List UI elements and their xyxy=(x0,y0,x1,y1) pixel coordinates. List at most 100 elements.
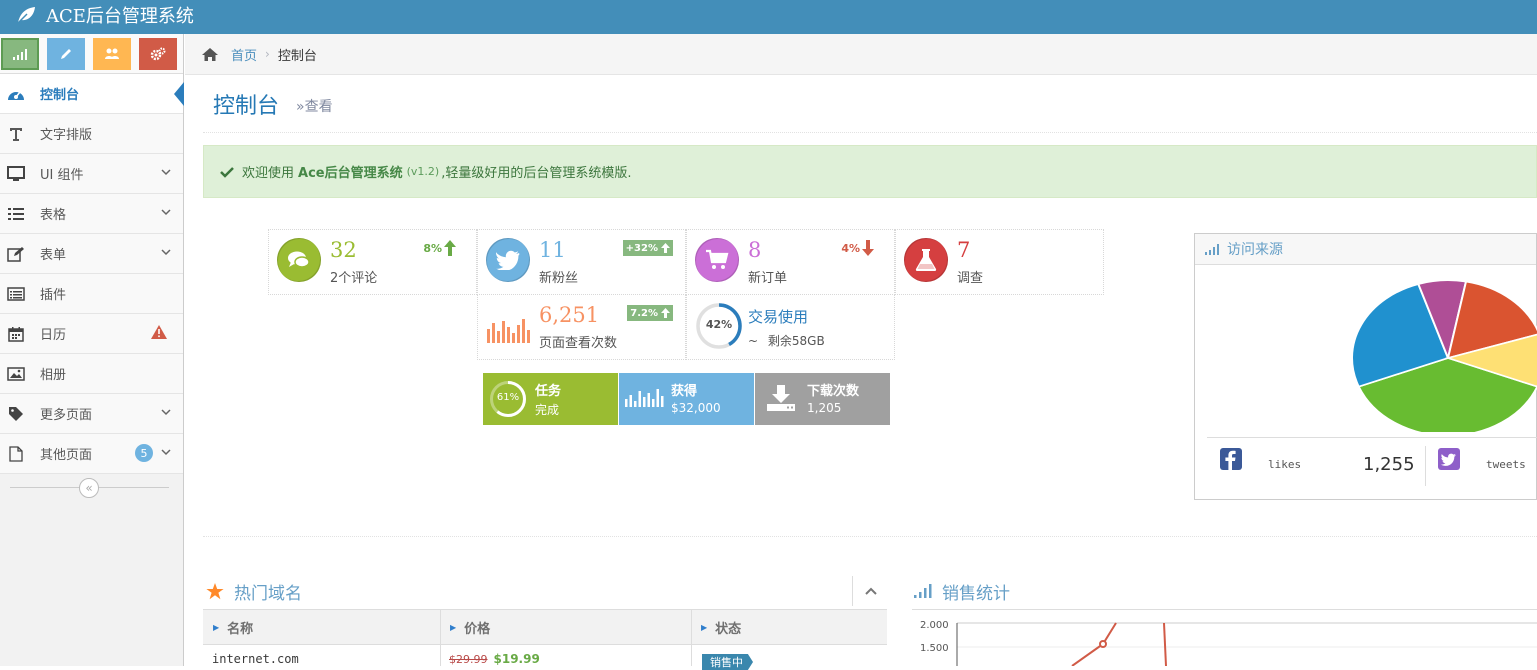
sidebar-item-label: 表格 xyxy=(40,208,67,223)
caret-right-icon: ▶ xyxy=(213,623,220,632)
shortcut-users-button[interactable] xyxy=(93,38,131,70)
alert-brand: Ace后台管理系统 xyxy=(298,166,403,181)
sidebar-item-calendar[interactable]: 日历 xyxy=(0,314,183,354)
widget-header: 访问来源 xyxy=(1195,234,1536,265)
sidebar-item-label: 其他页面 xyxy=(40,448,93,463)
infobox-value: 32 xyxy=(330,238,357,262)
infobox-label: 2个评论 xyxy=(330,271,378,286)
stat-box-title: 获得 xyxy=(671,384,698,399)
sidebar-item-dashboard[interactable]: 控制台 xyxy=(0,74,184,114)
stat-box-title: 下载次数 xyxy=(807,384,860,399)
twitter-icon[interactable] xyxy=(1438,448,1460,470)
collapse-widget-button[interactable] xyxy=(852,576,888,606)
sidebar-item-forms[interactable]: 表单 xyxy=(0,234,183,274)
chevron-down-icon xyxy=(161,449,171,456)
infobox-stat-badge: 7.2% xyxy=(627,305,673,321)
chevron-down-icon xyxy=(161,249,171,256)
infobox-stat-badge: +32% xyxy=(622,240,673,256)
shopping-cart-icon xyxy=(695,238,739,282)
sidebar-collapse: « xyxy=(0,474,183,502)
shortcut-edit-button[interactable] xyxy=(47,38,85,70)
stat-box-sub: $32,000 xyxy=(671,401,721,415)
caret-right-icon: ▶ xyxy=(701,623,708,632)
brand-logo[interactable]: ACE后台管理系统 xyxy=(14,0,194,30)
sales-chart: 2.000 1.500 xyxy=(920,620,1537,666)
column-divider xyxy=(440,610,441,666)
alert-suffix: ,轻量级好用的后台管理系统模版. xyxy=(441,166,632,181)
shortcut-settings-button[interactable] xyxy=(139,38,177,70)
infobox-label: 页面查看次数 xyxy=(539,336,618,351)
sales-header: 销售统计 xyxy=(914,573,1010,609)
shortcut-stats-button[interactable] xyxy=(1,38,39,70)
domain-name-cell: internet.com xyxy=(212,652,299,666)
divider xyxy=(1425,446,1426,486)
sidebar-item-ui-elements[interactable]: UI 组件 xyxy=(0,154,183,194)
visit-sources-pie-chart xyxy=(1351,279,1537,432)
arrow-up-icon xyxy=(661,308,670,318)
breadcrumb-home-link[interactable]: 首页 xyxy=(231,45,257,64)
sidebar-item-label: 插件 xyxy=(40,288,67,303)
cogs-icon xyxy=(150,47,166,61)
sidebar-item-other-pages[interactable]: 其他页面 5 xyxy=(0,434,183,474)
sidebar-item-label: UI 组件 xyxy=(40,168,84,183)
sidebar-item-label: 控制台 xyxy=(40,88,80,103)
column-header-price[interactable]: ▶ 价格 xyxy=(450,610,490,645)
infobox-survey: 7 调查 xyxy=(895,229,1104,295)
star-icon xyxy=(206,582,224,599)
infobox-stat: 4% xyxy=(841,240,874,256)
stat-box-sub: 1,205 xyxy=(807,401,842,415)
page-subtitle: »查看 xyxy=(296,96,333,116)
infobox-stat: 8% xyxy=(423,240,456,256)
facebook-icon[interactable] xyxy=(1220,448,1242,470)
edit-icon xyxy=(6,244,26,264)
list-alt-icon xyxy=(6,284,26,304)
widget-title: 销售统计 xyxy=(942,583,1010,604)
infobox-comments: 32 2个评论 8% xyxy=(268,229,477,295)
chevron-down-icon xyxy=(161,409,171,416)
sidebar-item-typography[interactable]: 文字排版 xyxy=(0,114,183,154)
page-title: 控制台 xyxy=(213,94,280,119)
infobox-value: 11 xyxy=(539,238,566,262)
double-right-icon: » xyxy=(296,99,305,115)
infobox-label: 新订单 xyxy=(748,271,788,286)
home-icon xyxy=(202,47,218,61)
pencil-icon xyxy=(61,49,71,59)
divider xyxy=(203,132,1537,133)
list-icon xyxy=(6,204,26,224)
sidebar-item-tables[interactable]: 表格 xyxy=(0,194,183,234)
chevron-down-icon xyxy=(161,209,171,216)
chevron-up-icon xyxy=(864,587,877,595)
sidebar-item-label: 表单 xyxy=(40,248,67,263)
infobox-percent: 42% xyxy=(705,318,733,331)
infobox-orders: 8 新订单 4% xyxy=(686,229,895,295)
facebook-count: 1,255 xyxy=(1363,454,1415,475)
column-header-status[interactable]: ▶ 状态 xyxy=(701,610,741,645)
caret-right-icon: ▶ xyxy=(450,623,457,632)
signal-icon xyxy=(13,49,27,60)
stat-box-downloads: 下载次数 1,205 xyxy=(755,373,890,425)
sidebar-collapse-button[interactable]: « xyxy=(79,478,99,498)
app-title: ACE后台管理系统 xyxy=(46,6,194,27)
column-divider xyxy=(691,610,692,666)
sidebar-item-label: 更多页面 xyxy=(40,408,93,423)
check-icon xyxy=(220,166,234,178)
sidebar-item-more-pages[interactable]: 更多页面 xyxy=(0,394,183,434)
arrow-up-icon xyxy=(444,240,456,256)
infobox-value: 8 xyxy=(748,238,762,262)
navbar: ACE后台管理系统 xyxy=(0,0,1537,34)
infobox-label: 调查 xyxy=(957,271,984,286)
twitter-icon xyxy=(486,238,530,282)
old-price: $29.99 xyxy=(449,653,488,666)
infobox-label-prefix: ~ xyxy=(748,334,759,348)
sidebar-item-label: 日历 xyxy=(40,328,67,343)
sidebar-badge: 5 xyxy=(135,444,153,462)
infobox-value: 交易使用 xyxy=(748,308,809,326)
infobox-label-wrap: ~ 剩余58GB xyxy=(748,332,825,349)
calendar-icon xyxy=(6,324,26,344)
divider xyxy=(1207,437,1537,438)
status-badge: 销售中 xyxy=(702,654,753,670)
sidebar-item-widgets[interactable]: 插件 xyxy=(0,274,183,314)
sidebar-item-gallery[interactable]: 相册 xyxy=(0,354,183,394)
column-header-name[interactable]: ▶ 名称 xyxy=(213,610,253,645)
stat-text: 4% xyxy=(841,241,860,255)
